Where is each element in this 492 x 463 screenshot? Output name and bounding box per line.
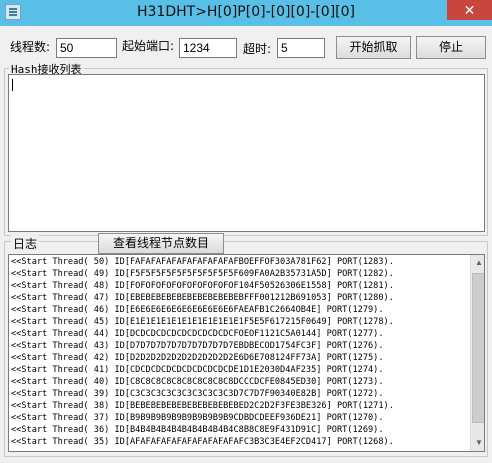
- log-line: <<Start Thread( 42) ID[D2D2D2D2D2D2D2D2D…: [11, 353, 384, 363]
- log-listbox[interactable]: <<Start Thread( 50) ID[FAFAFAFAFAFAFAFAF…: [8, 254, 485, 452]
- scroll-thumb[interactable]: [472, 273, 484, 423]
- timeout-input[interactable]: 5: [277, 38, 325, 58]
- threads-input[interactable]: 50: [56, 38, 117, 58]
- scroll-up-icon[interactable]: ▲: [471, 255, 484, 271]
- log-lines: <<Start Thread( 50) ID[FAFAFAFAFAFAFAFAF…: [11, 256, 467, 448]
- log-line: <<Start Thread( 48) ID[FOFOFOFOFOFOFOFOF…: [11, 281, 394, 291]
- start-capture-button[interactable]: 开始抓取: [336, 36, 411, 59]
- log-line: <<Start Thread( 45) ID[E1E1E1E1E1E1E1E1E…: [11, 317, 394, 327]
- log-line: <<Start Thread( 37) ID[B9B9B9B9B9B9B9B9B…: [11, 413, 384, 423]
- log-line: <<Start Thread( 43) ID[D7D7D7D7D7D7D7D7D…: [11, 341, 384, 351]
- log-line: <<Start Thread( 36) ID[B4B4B4B4B4B4B4B4B…: [11, 425, 384, 435]
- window-title: H31DHT>H[0]P[0]-[0][0]-[0][0]: [137, 4, 355, 20]
- log-line: <<Start Thread( 49) ID[F5F5F5F5F5F5F5F5F…: [11, 269, 394, 279]
- stop-button[interactable]: 停止: [416, 36, 486, 59]
- log-line: <<Start Thread( 39) ID[C3C3C3C3C3C3C3C3C…: [11, 389, 384, 399]
- title-bar: H31DHT>H[0]P[0]-[0][0]-[0][0] ✕: [0, 0, 492, 26]
- log-line: <<Start Thread( 50) ID[FAFAFAFAFAFAFAFAF…: [11, 257, 394, 267]
- close-button[interactable]: ✕: [447, 0, 492, 20]
- log-caption: 日志: [11, 235, 40, 252]
- start-port-label: 起始端口:: [122, 39, 175, 53]
- timeout-label: 超时:: [243, 42, 272, 56]
- log-line: <<Start Thread( 44) ID[DCDCDCDCDCDCDCDCD…: [11, 329, 384, 339]
- threads-label: 线程数:: [10, 40, 51, 54]
- scroll-down-icon[interactable]: ▼: [471, 435, 484, 451]
- log-line: <<Start Thread( 41) ID[CDCDCDCDCDCDCDCDC…: [11, 365, 384, 375]
- hash-list-textarea[interactable]: [8, 74, 485, 232]
- start-port-input[interactable]: 1234: [179, 38, 237, 58]
- log-line: <<Start Thread( 47) ID[EBEBEBEBEBEBEBEBE…: [11, 293, 394, 303]
- log-line: <<Start Thread( 46) ID[E6E6E6E6E6E6E6E6E…: [11, 305, 384, 315]
- log-line: <<Start Thread( 35) ID[AFAFAFAFAFAFAFAFA…: [11, 437, 394, 447]
- log-line: <<Start Thread( 38) ID[BEBEBEBEBEBEBEBEB…: [11, 401, 394, 411]
- text-caret: [12, 79, 13, 91]
- log-scrollbar[interactable]: ▲ ▼: [470, 255, 484, 451]
- view-thread-count-button[interactable]: 查看线程节点数目: [98, 233, 224, 254]
- log-line: <<Start Thread( 40) ID[C8C8C8C8C8C8C8C8C…: [11, 377, 384, 387]
